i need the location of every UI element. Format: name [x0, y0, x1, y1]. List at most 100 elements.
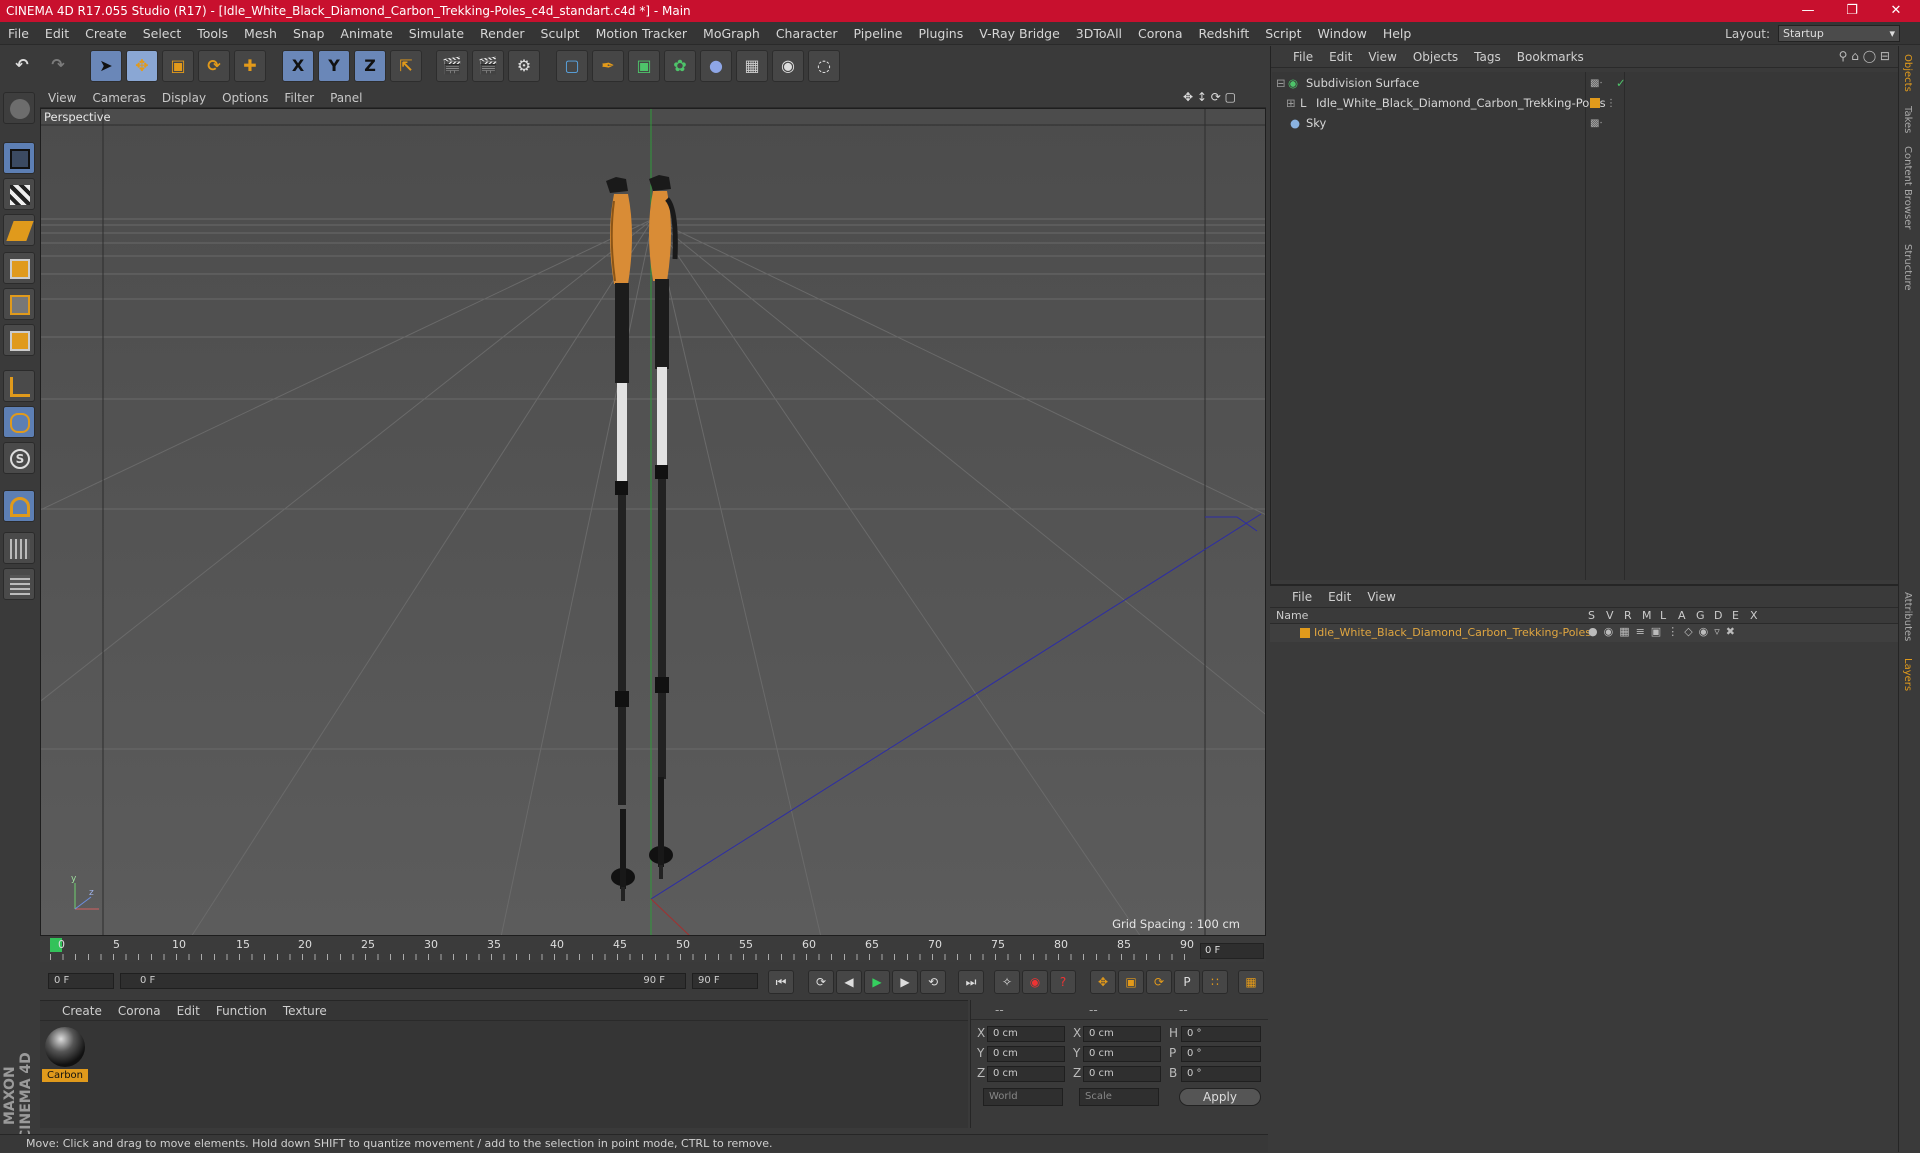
menu-character[interactable]: Character [768, 22, 846, 45]
y-axis-button[interactable]: Y [318, 50, 350, 82]
menu-plugins[interactable]: Plugins [910, 22, 971, 45]
z-axis-button[interactable]: Z [354, 50, 386, 82]
tab-layers[interactable]: Layers [1902, 658, 1913, 691]
layers-menu-file[interactable]: File [1284, 586, 1320, 608]
menu-animate[interactable]: Animate [332, 22, 400, 45]
menu-motion-tracker[interactable]: Motion Tracker [588, 22, 695, 45]
render-settings-button[interactable]: ⚙ [508, 50, 540, 82]
size-y-field[interactable]: 0 cm [1083, 1046, 1161, 1062]
cube-button[interactable]: ▢ [556, 50, 588, 82]
transform-mode-dropdown[interactable]: Scale [1079, 1088, 1159, 1106]
layer-flag-icons[interactable]: ●◉▦≡▣⋮◇◉▿✖ [1588, 625, 1741, 638]
visibility-dots-icon[interactable]: ▩⋅ [1590, 74, 1603, 93]
play-button[interactable]: ▶ [864, 970, 890, 994]
tree-toggle-icon[interactable]: ⊞ [1286, 94, 1296, 113]
key-position-button[interactable]: ✥ [1090, 970, 1116, 994]
viewport-menu-filter[interactable]: Filter [276, 88, 322, 108]
size-z-field[interactable]: 0 cm [1083, 1066, 1161, 1082]
viewport-menu-cameras[interactable]: Cameras [84, 88, 153, 108]
undo-button[interactable]: ↶ [6, 50, 38, 82]
object-row-trekking-poles[interactable]: ⊞ L Idle_White_Black_Diamond_Carbon_Trek… [1272, 94, 1898, 113]
menu-select[interactable]: Select [135, 22, 190, 45]
objects-menu-bookmarks[interactable]: Bookmarks [1509, 46, 1592, 68]
objects-menu-tags[interactable]: Tags [1466, 46, 1509, 68]
menu-script[interactable]: Script [1257, 22, 1309, 45]
end-frame-field[interactable]: 90 F [692, 973, 758, 989]
position-z-field[interactable]: 0 cm [987, 1066, 1065, 1082]
menu-create[interactable]: Create [77, 22, 135, 45]
tab-structure[interactable]: Structure [1902, 244, 1913, 291]
coordinate-system-button[interactable]: ⇱ [390, 50, 422, 82]
keyframe-button[interactable]: ✧ [994, 970, 1020, 994]
viewport-camera-label[interactable]: Perspective [44, 110, 111, 124]
viewport-menu-options[interactable]: Options [214, 88, 276, 108]
tab-attributes[interactable]: Attributes [1902, 592, 1913, 641]
redo-button[interactable]: ↷ [42, 50, 74, 82]
menu-redshift[interactable]: Redshift [1191, 22, 1258, 45]
menu-snap[interactable]: Snap [285, 22, 332, 45]
viewport-menu-display[interactable]: Display [154, 88, 214, 108]
layer-color-swatch[interactable] [1590, 98, 1600, 108]
live-selection-button[interactable]: ✚ [234, 50, 266, 82]
restore-icon[interactable]: ❐ [1830, 0, 1874, 22]
select-tool-button[interactable]: ➤ [90, 50, 122, 82]
apply-button[interactable]: Apply [1179, 1088, 1261, 1106]
object-row-sky[interactable]: ● Sky ▩⋅ [1272, 114, 1898, 133]
polygons-mode-button[interactable] [3, 324, 35, 356]
rotate-tool-button[interactable]: ⟳ [198, 50, 230, 82]
camera-button[interactable]: ◉ [772, 50, 804, 82]
position-x-field[interactable]: 0 cm [987, 1026, 1065, 1042]
subdivision-button[interactable]: ▣ [628, 50, 660, 82]
position-y-field[interactable]: 0 cm [987, 1046, 1065, 1062]
loop-forward-button[interactable]: ⟲ [920, 970, 946, 994]
3d-viewport[interactable]: y z [40, 108, 1266, 936]
minimize-icon[interactable]: — [1786, 0, 1830, 22]
tab-objects[interactable]: Objects [1902, 54, 1913, 92]
viewport-nav-icons[interactable]: ✥ ↕ ⟳ ▢ [1183, 90, 1236, 104]
pen-spline-button[interactable]: ✒ [592, 50, 624, 82]
menu-tools[interactable]: Tools [189, 22, 236, 45]
snap-button[interactable] [3, 490, 35, 522]
x-axis-button[interactable]: X [282, 50, 314, 82]
tree-toggle-icon[interactable]: ⊟ [1276, 74, 1286, 93]
objects-menu-objects[interactable]: Objects [1405, 46, 1466, 68]
menu-3dtoall[interactable]: 3DToAll [1068, 22, 1130, 45]
rotation-b-field[interactable]: 0 ° [1181, 1066, 1261, 1082]
current-frame-field[interactable]: 0 F [1200, 943, 1264, 959]
key-rotation-button[interactable]: ⟳ [1146, 970, 1172, 994]
material-menu-edit[interactable]: Edit [169, 1001, 208, 1021]
texture-mode-button[interactable] [3, 178, 35, 210]
close-icon[interactable]: ✕ [1874, 0, 1918, 22]
render-view-button[interactable]: 🎬 [436, 50, 468, 82]
timeline-window-button[interactable]: ▦ [1238, 970, 1264, 994]
material-menu-texture[interactable]: Texture [275, 1001, 335, 1021]
tab-content-browser[interactable]: Content Browser [1902, 146, 1913, 229]
visibility-dots-icon[interactable]: ▩⋅ [1590, 114, 1603, 133]
model-mode-button[interactable] [3, 142, 35, 174]
points-mode-button[interactable] [3, 252, 35, 284]
search-icon[interactable]: ⚲ ⌂ ◯ ⊟ [1839, 49, 1890, 63]
key-parameter-button[interactable]: P [1174, 970, 1200, 994]
layer-color-swatch[interactable] [1300, 628, 1310, 638]
workplane-mode-button[interactable] [3, 214, 35, 246]
visibility-dots-icon[interactable]: ⋮ [1606, 94, 1616, 113]
light-button[interactable]: ◌ [808, 50, 840, 82]
key-scale-button[interactable]: ▣ [1118, 970, 1144, 994]
menu-file[interactable]: File [0, 22, 37, 45]
make-editable-button[interactable] [3, 92, 35, 124]
render-picture-viewer-button[interactable]: 🎬 [472, 50, 504, 82]
rotation-h-field[interactable]: 0 ° [1181, 1026, 1261, 1042]
go-to-end-button[interactable]: ⏭ [958, 970, 984, 994]
material-menu-function[interactable]: Function [208, 1001, 275, 1021]
autokey-button[interactable]: ? [1050, 970, 1076, 994]
menu-corona[interactable]: Corona [1130, 22, 1190, 45]
viewport-menu-view[interactable]: View [40, 88, 84, 108]
move-tool-button[interactable]: ✥ [126, 50, 158, 82]
checkmark-icon[interactable]: ✓ [1616, 74, 1626, 93]
coordinate-space-dropdown[interactable]: World [983, 1088, 1063, 1106]
cloner-button[interactable]: ✿ [664, 50, 696, 82]
record-button[interactable]: ◉ [1022, 970, 1048, 994]
viewport-menu-panel[interactable]: Panel [322, 88, 370, 108]
lock-workplane-button[interactable] [3, 532, 35, 564]
workplane-snap-button[interactable] [3, 568, 35, 600]
